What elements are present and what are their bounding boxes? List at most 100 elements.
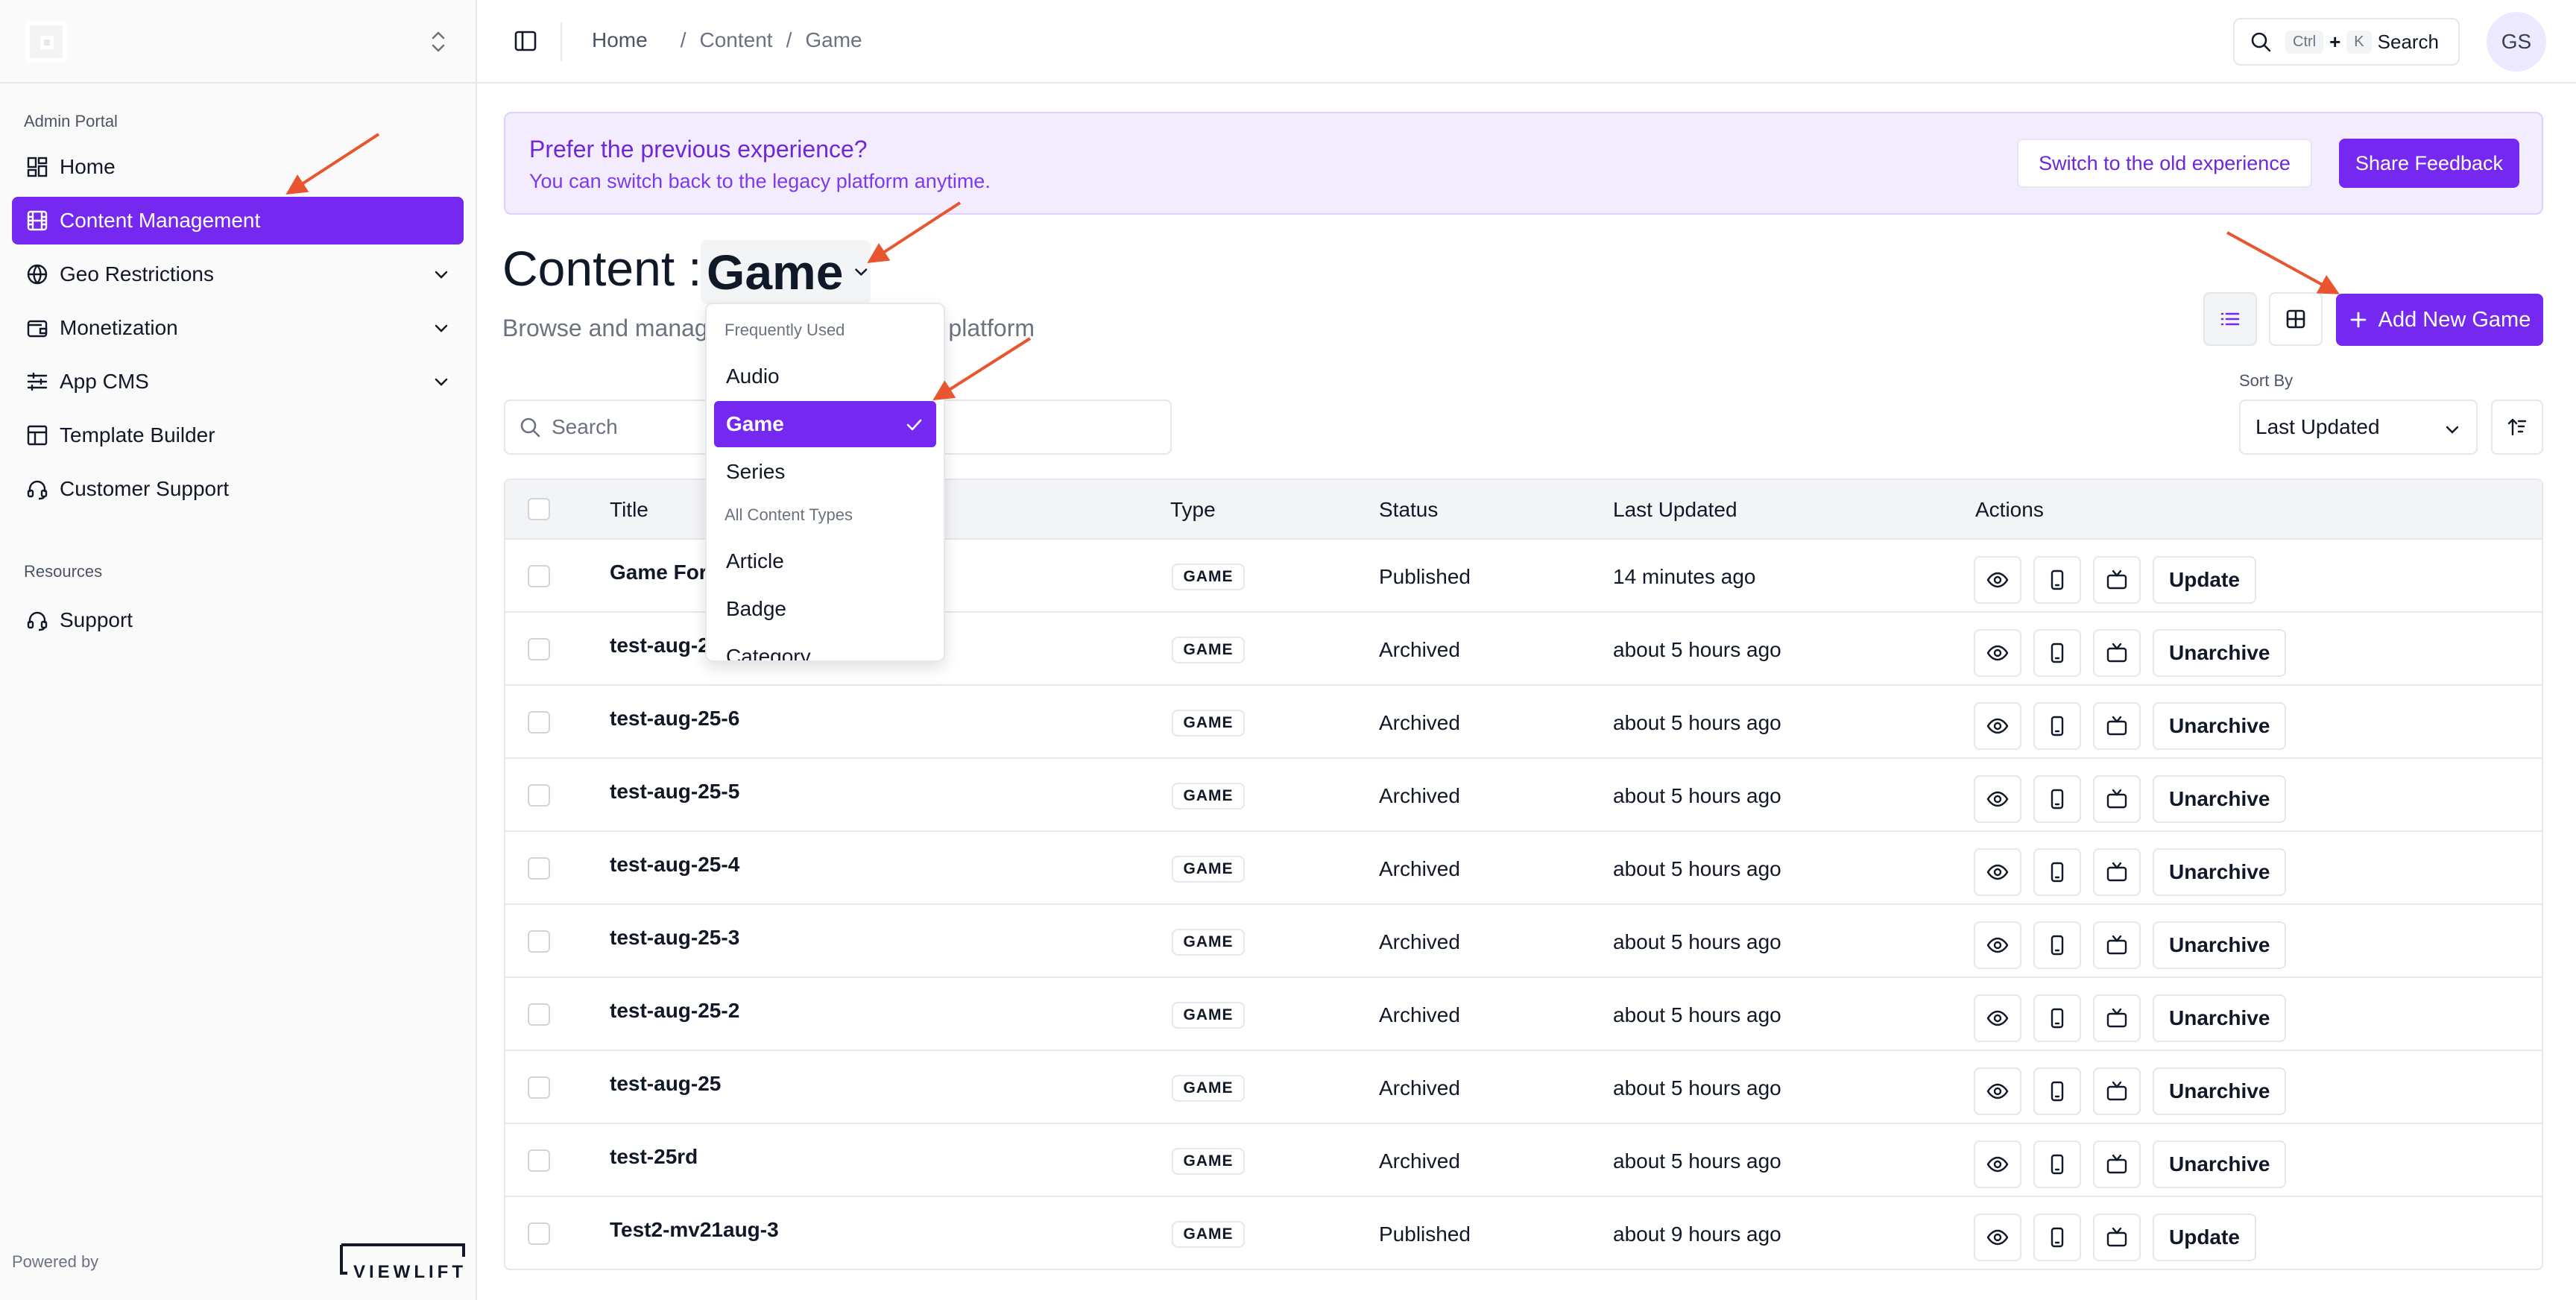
workspace-switcher[interactable] (0, 0, 476, 83)
table-row[interactable]: test-aug-25 GAME Archived about 5 hours ago… (505, 1051, 2542, 1124)
row-title[interactable]: Game For (610, 561, 707, 584)
preview-button[interactable] (1974, 702, 2021, 750)
mobile-preview-button[interactable] (2033, 556, 2081, 604)
sidebar-item-template-builder[interactable]: Template Builder (12, 411, 464, 459)
column-title[interactable]: Title (610, 498, 648, 522)
add-new-game-button[interactable]: Add New Game (2336, 294, 2543, 346)
mobile-preview-button[interactable] (2033, 921, 2081, 969)
dropdown-option-category[interactable]: Category (714, 634, 936, 660)
row-title[interactable]: test-aug-25-2 (610, 999, 739, 1023)
select-all-checkbox[interactable] (528, 498, 550, 520)
row-action-button[interactable]: Unarchive (2153, 629, 2287, 677)
row-action-button[interactable]: Update (2153, 1214, 2256, 1261)
row-action-button[interactable]: Unarchive (2153, 1140, 2287, 1188)
mobile-preview-button[interactable] (2033, 1140, 2081, 1188)
row-action-button[interactable]: Unarchive (2153, 702, 2287, 750)
table-row[interactable]: test-25rd GAME Archived about 5 hours ago Un… (505, 1124, 2542, 1197)
table-row[interactable]: test-aug-25-6 GAME Archived about 5 hours a… (505, 686, 2542, 759)
table-row[interactable]: test-aug-25-4 GAME Archived about 5 hours a… (505, 832, 2542, 905)
row-checkbox[interactable] (528, 1222, 550, 1245)
preview-button[interactable] (1974, 775, 2021, 823)
dropdown-option-audio[interactable]: Audio (714, 353, 936, 400)
breadcrumb-home[interactable]: Home (592, 28, 648, 52)
row-checkbox[interactable] (528, 784, 550, 807)
preview-button[interactable] (1974, 629, 2021, 677)
switch-old-experience-button[interactable]: Switch to the old experience (2017, 139, 2312, 188)
sidebar-item-monetization[interactable]: Monetization (12, 304, 464, 352)
row-checkbox[interactable] (528, 930, 550, 953)
row-action-button[interactable]: Update (2153, 556, 2256, 604)
tv-preview-button[interactable] (2093, 775, 2141, 823)
column-type[interactable]: Type (1170, 498, 1216, 522)
row-checkbox[interactable] (528, 565, 550, 587)
table-row[interactable]: test-aug-25-5 GAME Archived about 5 hours a… (505, 759, 2542, 832)
breadcrumb-content[interactable]: Content (699, 28, 772, 52)
row-title[interactable]: test-aug-25 (610, 1072, 721, 1096)
mobile-preview-button[interactable] (2033, 629, 2081, 677)
row-checkbox[interactable] (528, 1076, 550, 1099)
table-row[interactable]: test-aug-25-2 GAME Archived about 5 hours a… (505, 978, 2542, 1051)
preview-button[interactable] (1974, 556, 2021, 604)
chevrons-up-down-icon[interactable] (428, 28, 449, 55)
column-status[interactable]: Status (1379, 498, 1438, 522)
tv-preview-button[interactable] (2093, 1067, 2141, 1115)
tv-preview-button[interactable] (2093, 556, 2141, 604)
mobile-preview-button[interactable] (2033, 1067, 2081, 1115)
row-title[interactable]: test-aug-25-5 (610, 780, 739, 804)
row-checkbox[interactable] (528, 711, 550, 733)
sidebar-item-support[interactable]: Support (12, 596, 464, 644)
preview-button[interactable] (1974, 1214, 2021, 1261)
preview-button[interactable] (1974, 848, 2021, 896)
avatar[interactable]: GS (2487, 12, 2546, 72)
row-checkbox[interactable] (528, 1149, 550, 1172)
tv-preview-button[interactable] (2093, 702, 2141, 750)
mobile-preview-button[interactable] (2033, 775, 2081, 823)
row-action-button[interactable]: Unarchive (2153, 775, 2287, 823)
row-title[interactable]: test-aug-2 (610, 634, 710, 657)
row-title[interactable]: test-aug-25-6 (610, 707, 739, 731)
preview-button[interactable] (1974, 1067, 2021, 1115)
mobile-preview-button[interactable] (2033, 1214, 2081, 1261)
preview-button[interactable] (1974, 1140, 2021, 1188)
row-action-button[interactable]: Unarchive (2153, 1067, 2287, 1115)
sidebar-item-geo-restrictions[interactable]: Geo Restrictions (12, 250, 464, 298)
tv-preview-button[interactable] (2093, 1140, 2141, 1188)
preview-button[interactable] (1974, 994, 2021, 1042)
sidebar-toggle-icon[interactable] (513, 28, 538, 54)
mobile-preview-button[interactable] (2033, 848, 2081, 896)
sidebar-item-home[interactable]: Home (12, 143, 464, 191)
row-action-button[interactable]: Unarchive (2153, 921, 2287, 969)
share-feedback-button[interactable]: Share Feedback (2339, 139, 2519, 188)
row-action-button[interactable]: Unarchive (2153, 848, 2287, 896)
table-row[interactable]: test-aug-25-3 GAME Archived about 5 hours a… (505, 905, 2542, 978)
mobile-preview-button[interactable] (2033, 994, 2081, 1042)
dropdown-option-badge[interactable]: Badge (714, 586, 936, 632)
content-type-select[interactable]: Game (701, 240, 871, 304)
sort-by-select[interactable]: Last Updated (2239, 400, 2478, 455)
tv-preview-button[interactable] (2093, 629, 2141, 677)
tv-preview-button[interactable] (2093, 921, 2141, 969)
row-action-button[interactable]: Unarchive (2153, 994, 2287, 1042)
row-checkbox[interactable] (528, 638, 550, 660)
tv-preview-button[interactable] (2093, 848, 2141, 896)
preview-button[interactable] (1974, 921, 2021, 969)
list-view-button[interactable] (2203, 292, 2257, 346)
tv-preview-button[interactable] (2093, 994, 2141, 1042)
sidebar-item-content-management[interactable]: Content Management (12, 197, 464, 244)
row-title[interactable]: test-25rd (610, 1145, 698, 1169)
table-row[interactable]: Test2-mv21aug-3 GAME Published about 9 hour… (505, 1197, 2542, 1269)
row-checkbox[interactable] (528, 1003, 550, 1026)
mobile-preview-button[interactable] (2033, 702, 2081, 750)
column-last-updated[interactable]: Last Updated (1613, 498, 1737, 522)
row-checkbox[interactable] (528, 857, 550, 880)
row-title[interactable]: test-aug-25-3 (610, 926, 739, 950)
dropdown-option-article[interactable]: Article (714, 538, 936, 584)
grid-view-button[interactable] (2269, 292, 2323, 346)
sidebar-item-customer-support[interactable]: Customer Support (12, 465, 464, 513)
row-title[interactable]: test-aug-25-4 (610, 853, 739, 877)
sort-direction-button[interactable] (2491, 400, 2543, 455)
dropdown-option-game[interactable]: Game (714, 401, 936, 447)
row-title[interactable]: Test2-mv21aug-3 (610, 1218, 779, 1242)
tv-preview-button[interactable] (2093, 1214, 2141, 1261)
global-search-button[interactable]: Ctrl + K Search (2233, 18, 2460, 66)
